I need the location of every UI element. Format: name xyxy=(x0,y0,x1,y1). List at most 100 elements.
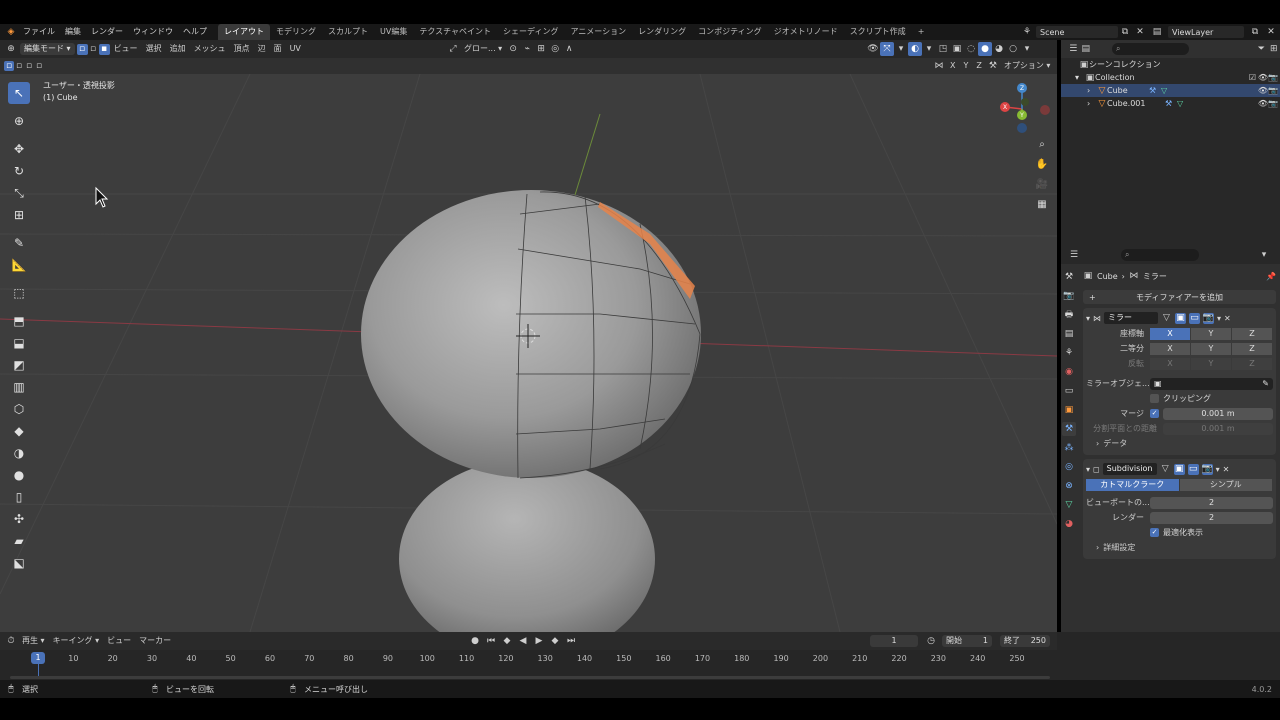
tab-animation[interactable]: アニメーション xyxy=(564,24,632,40)
move-tool-icon[interactable]: ✥ xyxy=(8,138,30,160)
edit-mode-icon[interactable]: ▣ xyxy=(1173,463,1185,475)
tab-uv-editing[interactable]: UV編集 xyxy=(374,24,413,40)
outliner-search[interactable]: ⌕ xyxy=(1111,43,1190,55)
render-display-icon[interactable]: 📷 xyxy=(1203,312,1214,324)
rip-tool-icon[interactable]: ⬕ xyxy=(8,552,30,574)
collection-checkbox-icon[interactable]: ☑ xyxy=(1249,73,1256,82)
copy-view-layer-icon[interactable]: ⧉ xyxy=(1248,25,1262,39)
tab-texture-paint[interactable]: テクスチャペイント xyxy=(413,24,497,40)
delete-modifier-icon[interactable]: ✕ xyxy=(1223,465,1230,474)
smooth-tool-icon[interactable]: ● xyxy=(8,464,30,486)
flip-z-toggle[interactable]: Z xyxy=(1232,357,1272,370)
overlay-dropdown-icon[interactable]: ▾ xyxy=(922,42,936,56)
menu-edge[interactable]: 辺 xyxy=(254,42,270,56)
bisect-x-toggle[interactable]: X xyxy=(1150,342,1190,355)
properties-search[interactable]: ⌕ xyxy=(1121,249,1199,261)
output-tab-icon[interactable]: 🖶 xyxy=(1062,308,1076,322)
select-box-icon[interactable]: ▫ xyxy=(4,61,14,71)
editor-type-icon[interactable]: ⊕ xyxy=(4,42,18,56)
select-subtract-icon[interactable]: ▫ xyxy=(24,61,34,71)
material-tab-icon[interactable]: ◕ xyxy=(1062,517,1076,531)
merge-checkbox[interactable]: ✓ xyxy=(1150,409,1159,418)
blender-logo-icon[interactable]: ◈ xyxy=(4,25,18,39)
menu-file[interactable]: ファイル xyxy=(18,24,60,40)
catmull-clark-button[interactable]: カトマルクラーク xyxy=(1086,478,1179,491)
render-levels-field[interactable]: 2 xyxy=(1150,511,1273,524)
add-workspace-icon[interactable]: + xyxy=(912,24,931,40)
mirror-name-field[interactable]: ミラー xyxy=(1104,312,1159,324)
edit-mode-cage-icon[interactable]: ▽ xyxy=(1161,313,1172,324)
remove-view-layer-icon[interactable]: ✕ xyxy=(1264,25,1278,39)
xray-icon[interactable]: ▣ xyxy=(950,42,964,56)
play-reverse-icon[interactable]: ◀ xyxy=(516,634,530,648)
play-icon[interactable]: ▶ xyxy=(532,634,546,648)
modifier-menu-icon[interactable]: ▾ xyxy=(1216,465,1220,474)
select-extend-icon[interactable]: ▫ xyxy=(14,61,24,71)
timeline-editor-icon[interactable]: ⏱ xyxy=(4,634,18,648)
collapse-arrow-icon[interactable]: ▾ xyxy=(1086,465,1090,474)
current-frame-indicator[interactable]: 1 xyxy=(31,652,45,664)
mode-dropdown[interactable]: 編集モード ▾ xyxy=(20,43,75,55)
modifier-tab-icon[interactable]: ⚒ xyxy=(1062,422,1076,436)
outliner-item-cube-001[interactable]: › ▽ Cube.001 ⚒ ▽ 👁 📷 xyxy=(1061,97,1280,110)
mirror-object-field[interactable]: ▣ ✎ xyxy=(1150,377,1273,390)
flip-x-toggle[interactable]: X xyxy=(1150,357,1190,370)
tab-shading[interactable]: シェーディング xyxy=(497,24,564,40)
jump-start-icon[interactable]: ⏮ xyxy=(484,634,498,648)
proportional-edit-icon[interactable]: ◎ xyxy=(548,42,562,56)
scale-tool-icon[interactable]: ⤡ xyxy=(8,182,30,204)
measure-tool-icon[interactable]: 📐 xyxy=(8,254,30,276)
properties-editor-icon[interactable]: ☰ xyxy=(1067,248,1081,262)
view-layer-selector[interactable]: ViewLayer xyxy=(1168,26,1244,38)
zoom-icon[interactable]: ⌕ xyxy=(1034,136,1050,152)
menu-uv[interactable]: UV xyxy=(286,42,305,56)
collapse-arrow-icon[interactable]: ▾ xyxy=(1086,314,1090,323)
timeline-scrollbar[interactable] xyxy=(10,676,1050,679)
menu-vertex[interactable]: 頂点 xyxy=(230,42,254,56)
snap-icon[interactable]: ⌁ xyxy=(520,42,534,56)
menu-help[interactable]: ヘルプ xyxy=(178,24,212,40)
menu-marker[interactable]: マーカー xyxy=(135,634,175,648)
menu-keying[interactable]: キーイング ▾ xyxy=(49,634,104,648)
simple-button[interactable]: シンプル xyxy=(1179,478,1272,491)
mirror-y-toggle[interactable]: Y xyxy=(959,59,972,73)
inset-tool-icon[interactable]: ⬓ xyxy=(8,332,30,354)
new-collection-icon[interactable]: ⊞ xyxy=(1268,42,1280,56)
scene-icon[interactable]: ⚘ xyxy=(1020,25,1034,39)
vertex-select-icon[interactable]: ▫ xyxy=(76,43,88,55)
collection-visibility-icon[interactable]: 👁 xyxy=(1258,73,1268,82)
menu-edit[interactable]: 編集 xyxy=(60,24,86,40)
render-display-icon[interactable]: 📷 xyxy=(1202,463,1213,475)
modifier-menu-icon[interactable]: ▾ xyxy=(1217,314,1221,323)
menu-window[interactable]: ウィンドウ xyxy=(128,24,178,40)
edit-mode-icon[interactable]: ▣ xyxy=(1175,312,1187,324)
menu-face[interactable]: 面 xyxy=(270,42,286,56)
optimal-display-checkbox[interactable]: ✓ xyxy=(1150,528,1159,537)
collection-render-icon[interactable]: 📷 xyxy=(1268,73,1278,82)
scene-collection-row[interactable]: ▣ シーンコレクション xyxy=(1061,58,1280,71)
collection-row[interactable]: ▾ ▣ Collection ☑ 👁 📷 xyxy=(1061,71,1280,84)
jump-end-icon[interactable]: ⏭ xyxy=(564,634,578,648)
overlay-toggle-icon[interactable]: ◐ xyxy=(908,42,922,56)
mesh-overlay-icon[interactable]: ◳ xyxy=(936,42,950,56)
3d-viewport[interactable]: ユーザー・透視投影 (1) Cube X Z Y ⌕ ✋ 🎥 ▦ xyxy=(0,74,1057,632)
bevel-tool-icon[interactable]: ◩ xyxy=(8,354,30,376)
particles-tab-icon[interactable]: ⁂ xyxy=(1062,441,1076,455)
prev-keyframe-icon[interactable]: ◆ xyxy=(500,634,514,648)
mirror-z-toggle[interactable]: Z xyxy=(972,59,985,73)
filter-icon[interactable]: ⏷ xyxy=(1255,42,1267,56)
bisect-distance-field[interactable]: 0.001 m xyxy=(1163,422,1273,435)
wrench-options-icon[interactable]: ⚒ xyxy=(986,59,1000,73)
render-tab-icon[interactable]: 📷 xyxy=(1062,289,1076,303)
cube-render-icon[interactable]: 📷 xyxy=(1268,86,1278,95)
data-subpanel[interactable]: › データ xyxy=(1086,436,1273,451)
view-layer-tab-icon[interactable]: ▤ xyxy=(1062,327,1076,341)
merge-distance-field[interactable]: 0.001 m xyxy=(1163,407,1273,420)
spin-tool-icon[interactable]: ◑ xyxy=(8,442,30,464)
eyedropper-icon[interactable]: ✎ xyxy=(1262,378,1269,390)
transform-tool-icon[interactable]: ⊞ xyxy=(8,204,30,226)
shading-dropdown-icon[interactable]: ▾ xyxy=(1020,42,1034,56)
navigation-gizmo[interactable]: X Z Y xyxy=(995,82,1051,138)
view-layer-icon[interactable]: ▤ xyxy=(1150,25,1164,39)
menu-render[interactable]: レンダー xyxy=(86,24,128,40)
